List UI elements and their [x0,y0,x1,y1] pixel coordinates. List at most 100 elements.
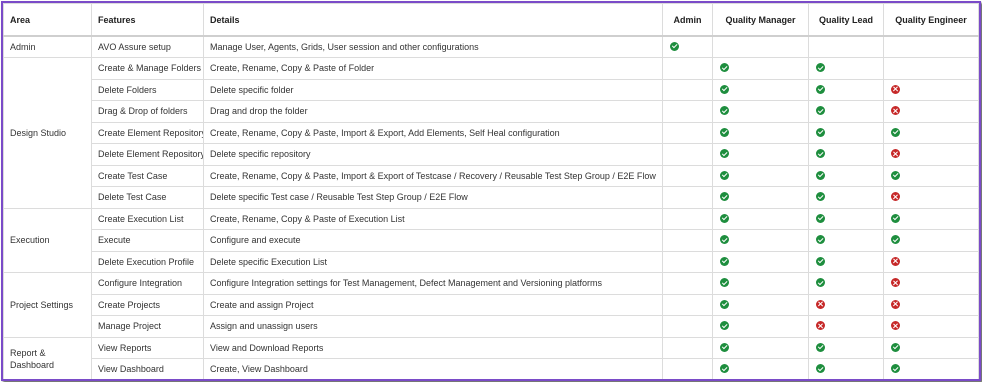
admin-permission-cell [662,121,713,144]
table-row: Create Element Repository Create, Rename,… [4,121,979,144]
details-cell: Create and assign Project [203,293,663,316]
table-row: Delete Test Case Delete specific Test cas… [4,186,979,209]
check-circle-icon [670,42,679,52]
check-circle-icon [720,342,729,352]
quality-lead-permission-cell [808,143,884,166]
quality-lead-permission-cell [808,78,884,101]
quality-lead-permission-cell [808,186,884,209]
admin-permission-cell [662,250,713,273]
check-circle-icon [720,256,729,266]
quality-lead-permission-cell [808,250,884,273]
feature-cell: Delete Test Case [91,186,204,209]
quality-manager-permission-cell [712,207,809,230]
check-circle-icon [816,63,825,73]
quality-lead-permission-cell [808,272,884,295]
admin-permission-cell [662,315,713,338]
quality-engineer-permission-cell [883,358,979,379]
quality-engineer-permission-cell [883,315,979,338]
quality-engineer-permission-cell [883,229,979,252]
quality-manager-permission-cell [712,272,809,295]
check-circle-icon [720,364,729,374]
x-circle-icon [891,192,900,202]
admin-permission-cell [662,207,713,230]
table-row: Design Studio Create & Manage Folders Crea… [3,57,979,209]
quality-lead-permission-cell [808,100,884,123]
check-circle-icon [720,213,729,223]
table-row: Delete Execution Profile Delete specific … [4,250,979,273]
quality-manager-permission-cell [712,336,809,359]
feature-cell: Create & Manage Folders [91,57,204,80]
details-cell: Delete specific repository [203,143,663,166]
feature-cell: Drag & Drop of folders [91,100,204,123]
quality-manager-permission-cell [712,250,809,273]
quality-engineer-permission-cell [883,207,979,230]
quality-manager-permission-cell [712,358,809,379]
quality-lead-permission-cell [808,293,884,316]
check-circle-icon [891,235,900,245]
role-permissions-table: Area Features Details Admin Quality Mana… [3,3,979,379]
check-circle-icon [720,321,729,331]
feature-cell: Delete Folders [91,78,204,101]
check-circle-icon [720,299,729,309]
admin-permission-cell [662,358,713,379]
quality-engineer-permission-cell [883,164,979,187]
quality-engineer-permission-cell [883,57,979,80]
check-circle-icon [816,192,825,202]
quality-manager-permission-cell [712,100,809,123]
quality-manager-permission-cell [712,229,809,252]
header-quality-lead: Quality Lead [808,3,884,37]
quality-manager-permission-cell [712,293,809,316]
details-cell: Configure Integration settings for Test … [203,272,663,295]
details-cell: Create, Rename, Copy & Paste of Folder [203,57,663,80]
quality-engineer-permission-cell [883,272,979,295]
details-cell: View and Download Reports [203,336,663,359]
details-cell: Assign and unassign users [203,315,663,338]
check-circle-icon [816,256,825,266]
x-circle-icon [891,106,900,116]
check-circle-icon [891,213,900,223]
feature-cell: View Reports [91,336,204,359]
admin-permission-cell [662,143,713,166]
quality-manager-permission-cell [712,315,809,338]
admin-permission-cell [662,229,713,252]
x-circle-icon [891,278,900,288]
feature-cell: Execute [91,229,204,252]
permissions-table-frame: Area Features Details Admin Quality Mana… [1,1,981,381]
admin-permission-cell [662,164,713,187]
table-row: View Dashboard Create, View Dashboard [4,358,979,379]
check-circle-icon [816,235,825,245]
details-cell: Create, View Dashboard [203,358,663,379]
details-cell: Configure and execute [203,229,663,252]
quality-lead-permission-cell [808,57,884,80]
quality-lead-permission-cell [808,336,884,359]
quality-engineer-permission-cell [883,336,979,359]
check-circle-icon [816,364,825,374]
check-circle-icon [720,170,729,180]
admin-permission-cell [662,35,713,58]
check-circle-icon [891,127,900,137]
x-circle-icon [891,149,900,159]
quality-lead-permission-cell [808,121,884,144]
admin-permission-cell [662,100,713,123]
area-cell: Project Settings [3,272,92,338]
check-circle-icon [720,127,729,137]
feature-cell: Create Test Case [91,164,204,187]
table-row: Delete Element Repository Delete specific… [4,143,979,166]
check-circle-icon [816,149,825,159]
check-circle-icon [720,192,729,202]
header-area: Area [3,3,92,37]
quality-engineer-permission-cell [883,121,979,144]
quality-engineer-permission-cell [883,78,979,101]
details-cell: Create, Rename, Copy & Paste, Import & E… [203,121,663,144]
admin-permission-cell [662,336,713,359]
table-row: Create Test Case Create, Rename, Copy & P… [4,164,979,187]
quality-engineer-permission-cell [883,186,979,209]
quality-manager-permission-cell [712,143,809,166]
quality-lead-permission-cell [808,164,884,187]
details-cell: Delete specific Execution List [203,250,663,273]
feature-cell: Configure Integration [91,272,204,295]
details-cell: Delete specific folder [203,78,663,101]
table-row: Execute Configure and execute [4,229,979,252]
x-circle-icon [891,256,900,266]
check-circle-icon [816,213,825,223]
